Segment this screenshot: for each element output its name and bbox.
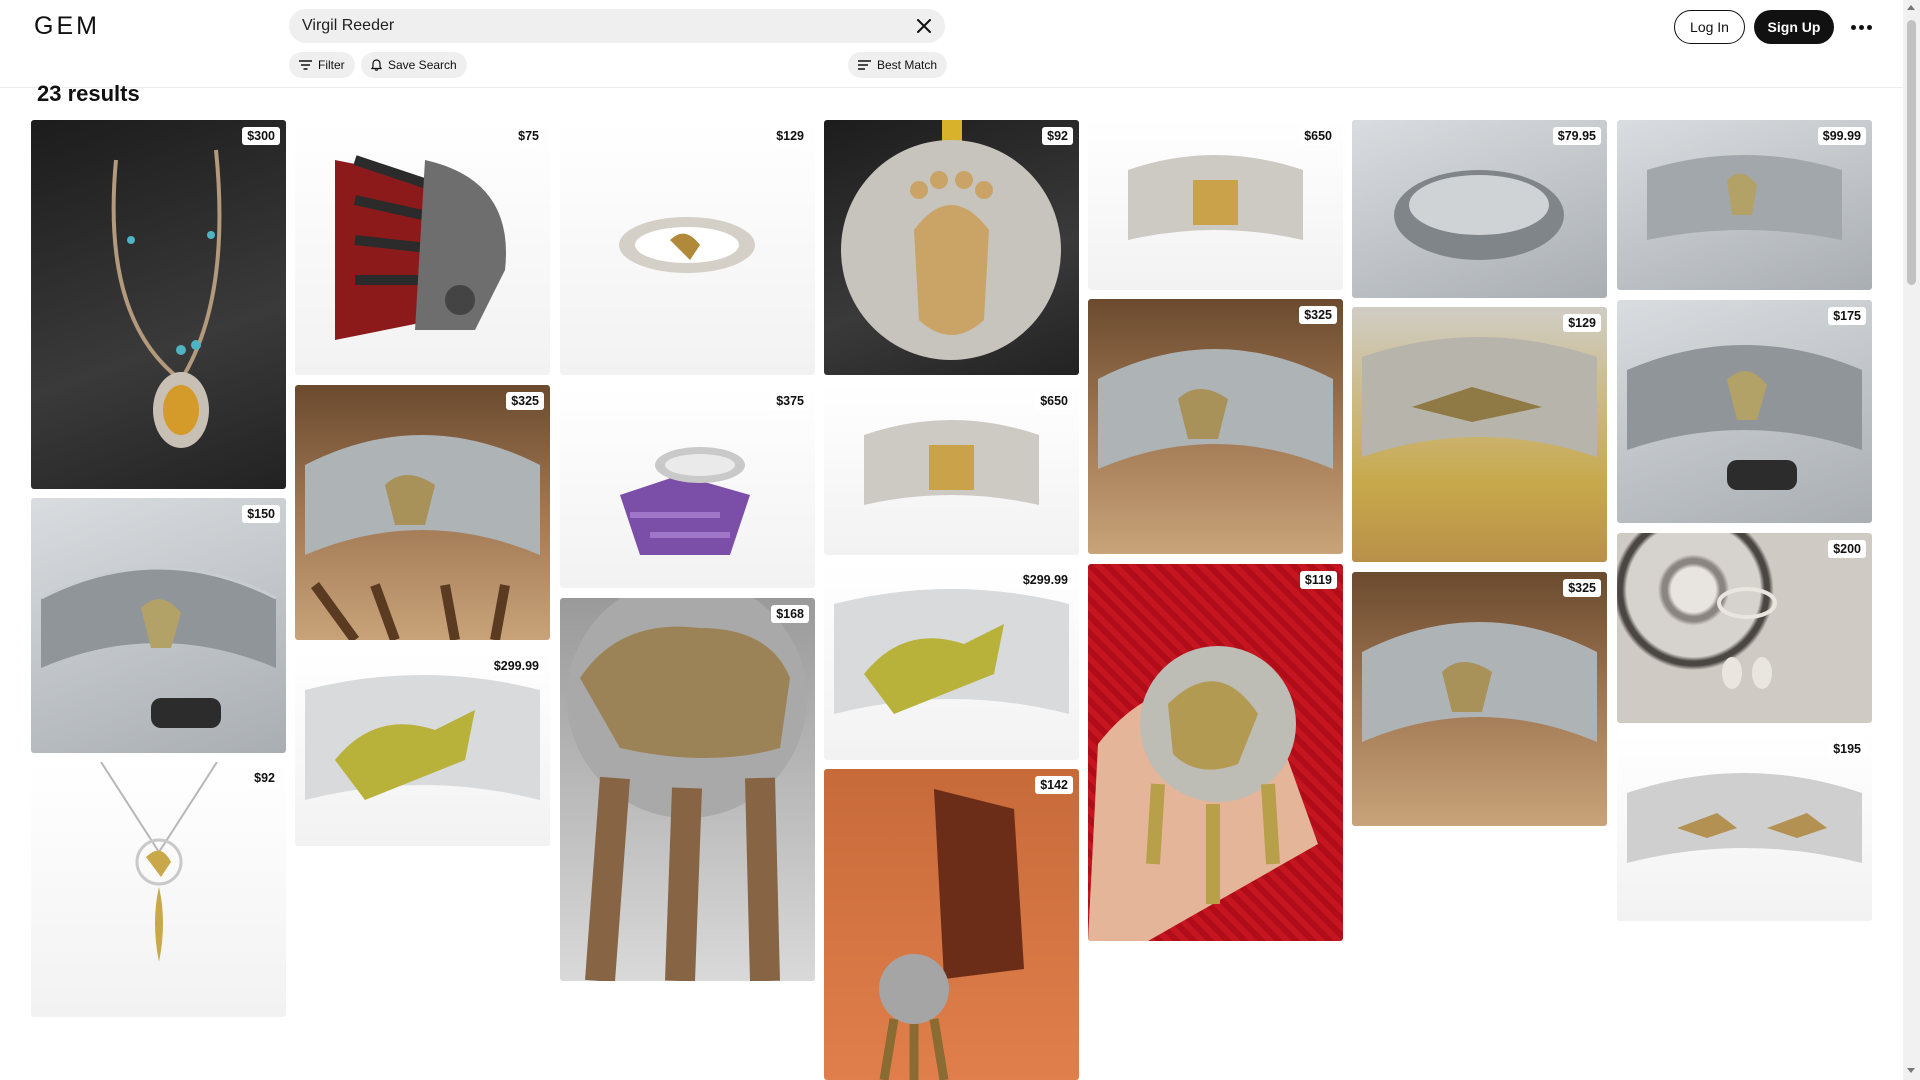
bracelet-image <box>1617 733 1872 921</box>
price-badge: $375 <box>771 392 809 410</box>
product-card[interactable]: $299.99 <box>824 564 1079 760</box>
price-badge: $650 <box>1299 127 1337 145</box>
product-card[interactable]: $299.99 <box>295 650 550 846</box>
vertical-scrollbar[interactable] <box>1903 0 1920 1080</box>
top-header: GEM Filter Save Search Best Match Log In… <box>0 0 1903 88</box>
eagle-pendant-image <box>1088 564 1343 941</box>
product-card[interactable]: $300 <box>31 120 286 489</box>
product-card[interactable]: $200 <box>1617 533 1872 723</box>
ring-image <box>295 120 550 375</box>
search-input[interactable] <box>302 9 902 43</box>
product-card[interactable]: $129 <box>560 120 815 375</box>
product-card[interactable]: $75 <box>295 120 550 375</box>
bracelet-image <box>1088 120 1343 290</box>
price-badge: $119 <box>1299 571 1337 589</box>
ring-earring-set-image <box>1617 533 1872 723</box>
price-badge: $142 <box>1035 776 1073 794</box>
save-search-button[interactable]: Save Search <box>361 52 467 78</box>
sort-label: Best Match <box>877 58 938 72</box>
product-card[interactable]: $142 <box>824 769 1079 1080</box>
price-badge: $175 <box>1828 307 1866 325</box>
price-badge: $325 <box>1299 306 1337 324</box>
bracelet-image <box>1617 300 1872 523</box>
filter-label: Filter <box>318 58 345 72</box>
bell-icon <box>371 59 382 71</box>
price-badge: $200 <box>1828 540 1866 558</box>
price-badge: $299.99 <box>1017 571 1073 589</box>
bracelet-image <box>295 650 550 846</box>
signup-button[interactable]: Sign Up <box>1754 10 1834 44</box>
product-card[interactable]: $650 <box>824 385 1079 555</box>
product-card[interactable]: $325 <box>1352 572 1607 826</box>
price-badge: $75 <box>513 127 544 145</box>
amethyst-ring-image <box>560 385 815 588</box>
scroll-up-icon[interactable] <box>1907 5 1915 10</box>
bracelet-image <box>824 385 1079 555</box>
bracelet-image <box>1088 299 1343 554</box>
price-badge: $325 <box>506 392 544 410</box>
filter-icon <box>299 60 312 70</box>
product-card[interactable]: $119 <box>1088 564 1343 941</box>
bracelet-image <box>31 498 286 753</box>
save-search-label: Save Search <box>388 58 457 72</box>
necklace-image <box>31 120 286 489</box>
product-card[interactable]: $150 <box>31 498 286 753</box>
buffalo-pendant-image <box>560 598 815 981</box>
close-icon[interactable] <box>911 13 937 39</box>
price-badge: $92 <box>249 769 280 787</box>
login-button[interactable]: Log In <box>1674 10 1745 44</box>
product-card[interactable]: $92 <box>824 120 1079 375</box>
bracelet-image <box>295 385 550 640</box>
bracelet-image <box>1352 307 1607 562</box>
pendant-image <box>31 762 286 1017</box>
price-badge: $150 <box>242 505 280 523</box>
bracelet-image <box>560 120 815 375</box>
price-badge: $168 <box>771 605 809 623</box>
bracelet-image <box>1617 120 1872 290</box>
scroll-thumb[interactable] <box>1907 20 1916 285</box>
bracelet-image <box>1352 120 1607 298</box>
price-badge: $299.99 <box>488 657 544 675</box>
gem-logo[interactable]: GEM <box>34 12 100 41</box>
sort-button[interactable]: Best Match <box>848 52 948 78</box>
product-card[interactable]: $92 <box>31 762 286 1017</box>
product-card[interactable]: $175 <box>1617 300 1872 523</box>
price-badge: $129 <box>1563 314 1601 332</box>
bracelet-image <box>1352 572 1607 826</box>
price-badge: $129 <box>771 127 809 145</box>
price-badge: $92 <box>1042 127 1073 145</box>
bracelet-image <box>824 564 1079 760</box>
product-card[interactable]: $168 <box>560 598 815 981</box>
product-card[interactable]: $195 <box>1617 733 1872 921</box>
price-badge: $195 <box>1828 740 1866 758</box>
product-card[interactable]: $129 <box>1352 307 1607 562</box>
scroll-down-icon[interactable] <box>1907 1068 1915 1073</box>
price-badge: $79.95 <box>1552 127 1601 145</box>
product-card[interactable]: $325 <box>295 385 550 640</box>
price-badge: $650 <box>1035 392 1073 410</box>
search-bar[interactable] <box>289 9 945 43</box>
sort-icon <box>858 60 871 70</box>
product-card[interactable]: $375 <box>560 385 815 588</box>
price-badge: $300 <box>242 127 280 145</box>
price-badge: $99.99 <box>1817 127 1866 145</box>
product-card[interactable]: $99.99 <box>1617 120 1872 290</box>
product-card[interactable]: $650 <box>1088 120 1343 290</box>
more-horizontal-icon[interactable] <box>1848 14 1874 40</box>
bear-paw-pendant-image <box>824 120 1079 375</box>
filter-button[interactable]: Filter <box>289 52 355 78</box>
product-card[interactable]: $79.95 <box>1352 120 1607 298</box>
price-badge: $325 <box>1563 579 1601 597</box>
pendant-image <box>824 769 1079 1080</box>
results-count: 23 results <box>37 81 140 106</box>
product-card[interactable]: $325 <box>1088 299 1343 554</box>
